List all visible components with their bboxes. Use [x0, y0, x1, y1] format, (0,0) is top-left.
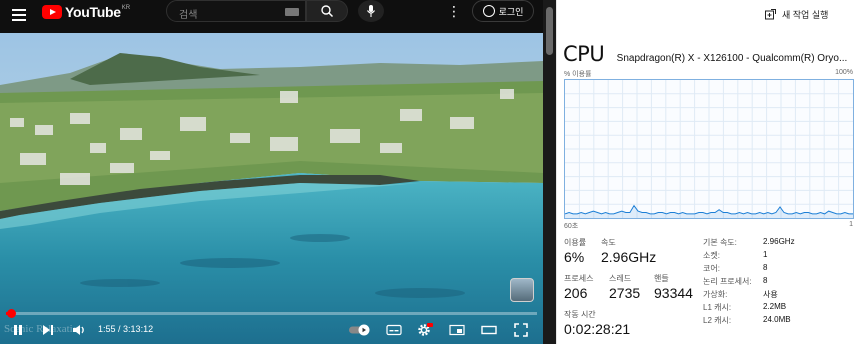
spec-value: 2.2MB: [763, 302, 787, 311]
cpu-header: CPU Snapdragon(R) X - X126100 - Qualcomm…: [563, 42, 857, 64]
voice-search-button[interactable]: [358, 0, 384, 22]
video-frame: [0, 33, 543, 344]
new-task-button[interactable]: 새 작업 실행: [765, 8, 828, 21]
graph-axis-label: % 이용률: [564, 71, 592, 78]
utilization-value: 6%: [564, 249, 585, 265]
channel-watermark-thumbnail[interactable]: [510, 278, 534, 302]
search-placeholder: 검색: [179, 10, 198, 21]
volume-button[interactable]: [70, 320, 88, 340]
new-task-icon: [765, 9, 776, 20]
uptime-label: 작동 시간: [564, 310, 596, 319]
gear-icon: [418, 323, 433, 336]
spec-value: 1: [763, 250, 768, 259]
video-player[interactable]: Scenic Relaxation 1:55 / 3:13:12: [0, 33, 543, 344]
search-input[interactable]: 검색: [166, 0, 306, 22]
login-button[interactable]: 로그인: [472, 0, 534, 22]
graph-time-span: 60초: [564, 223, 579, 230]
player-controls: 1:55 / 3:13:12: [0, 320, 543, 342]
spec-value: 8: [763, 276, 768, 285]
spec-label: 논리 프로세서:: [703, 277, 752, 286]
graph-axis-max: 100%: [835, 69, 853, 76]
account-icon: [482, 5, 495, 17]
handles-value: 93344: [654, 285, 693, 301]
spec-value: 8: [763, 263, 768, 272]
cpu-usage-chart: [564, 80, 853, 218]
miniplayer-button[interactable]: [448, 320, 466, 340]
youtube-play-logo-icon: [42, 5, 62, 19]
youtube-logo[interactable]: YouTube KR: [42, 4, 130, 20]
spec-label: L1 캐시:: [703, 303, 732, 312]
autoplay-toggle[interactable]: [348, 320, 372, 340]
page-scrollbar[interactable]: [543, 0, 556, 344]
cpu-usage-graph: [564, 79, 854, 219]
time-total: 3:13:12: [123, 324, 154, 334]
youtube-header: YouTube KR 검색 ⋮ 로그인: [0, 0, 543, 33]
processor-name: Snapdragon(R) X - X126100 - Qualcomm(R) …: [616, 53, 848, 64]
theater-mode-icon: [481, 325, 497, 335]
processes-label: 프로세스: [564, 274, 594, 283]
subtitles-button[interactable]: [385, 320, 403, 340]
spec-label: 가상화:: [703, 290, 728, 299]
speed-label: 속도: [601, 238, 616, 247]
search-icon: [321, 5, 334, 18]
progress-bar[interactable]: [6, 309, 537, 318]
search-button[interactable]: [306, 0, 348, 22]
volume-icon: [73, 325, 84, 335]
speed-value: 2.96GHz: [601, 249, 657, 265]
time-current: 1:55: [98, 324, 116, 334]
next-button[interactable]: [40, 320, 56, 340]
page-title: CPU: [563, 42, 605, 64]
login-label: 로그인: [498, 6, 524, 17]
fullscreen-button[interactable]: [512, 320, 530, 340]
miniplayer-icon: [449, 324, 465, 336]
pause-button[interactable]: [10, 320, 26, 340]
time-display: 1:55 / 3:13:12: [98, 324, 153, 334]
spec-value: 2.96GHz: [763, 237, 795, 246]
menu-icon[interactable]: [12, 9, 26, 21]
settings-button[interactable]: [416, 320, 434, 340]
uptime-value: 0:02:28:21: [564, 321, 631, 337]
spec-label: L2 캐시:: [703, 316, 732, 325]
fullscreen-icon: [514, 323, 528, 337]
scrollbar-thumb[interactable]: [546, 7, 553, 55]
spec-label: 코어:: [703, 264, 720, 273]
handles-label: 핸들: [654, 274, 669, 283]
logo-region: KR: [121, 5, 131, 11]
theater-mode-button[interactable]: [480, 320, 498, 340]
pause-icon: [14, 325, 22, 335]
spec-label: 소켓:: [703, 251, 720, 260]
graph-grid: [565, 80, 853, 218]
subtitles-icon: [386, 324, 402, 336]
graph-time-end: 1: [849, 221, 853, 228]
youtube-window: YouTube KR 검색 ⋮ 로그인 Scenic Relaxation 1:…: [0, 0, 556, 344]
spec-label: 기본 속도:: [703, 238, 737, 247]
task-manager-performance: 새 작업 실행 CPU Snapdragon(R) X - X126100 - …: [556, 0, 860, 344]
spec-value: 24.0MB: [763, 315, 791, 324]
threads-label: 스레드: [609, 274, 632, 283]
progress-scrubber[interactable]: [7, 309, 17, 318]
new-task-label: 새 작업 실행: [782, 10, 829, 20]
utilization-label: 이용률: [564, 238, 587, 247]
keyboard-icon[interactable]: [285, 8, 299, 16]
spec-value: 사용: [763, 290, 778, 299]
autoplay-toggle-icon: [349, 324, 370, 336]
threads-value: 2735: [609, 285, 641, 301]
microphone-icon: [367, 5, 375, 17]
time-separator: /: [115, 324, 124, 334]
logo-text: YouTube: [65, 4, 121, 20]
more-options-icon[interactable]: ⋮: [447, 4, 461, 18]
skip-next-icon: [43, 325, 53, 335]
processes-value: 206: [564, 285, 588, 301]
